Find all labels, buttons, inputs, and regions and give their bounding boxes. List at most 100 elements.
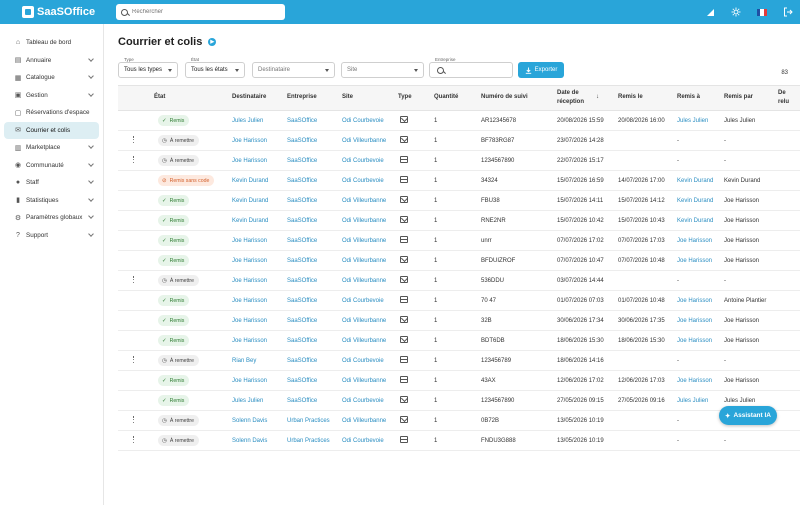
cell-destinataire[interactable]: Kevin Durand — [232, 178, 268, 184]
cell-destinataire[interactable]: Rian Bey — [232, 358, 256, 364]
recipient-filter[interactable]: Destinataire — [252, 62, 335, 78]
cell-site[interactable]: Odi Villeurbanne — [342, 198, 386, 204]
cell-remis-a[interactable]: Joe Harisson — [677, 258, 712, 264]
cell-site[interactable]: Odi Villeurbanne — [342, 238, 386, 244]
col-destinataire[interactable]: Destinataire — [232, 94, 266, 100]
cell-entreprise[interactable]: SaaSOffice — [287, 178, 317, 184]
table-row[interactable]: ✓ Remis Kevin Durand SaaSOffice Odi Villeurb… — [118, 191, 800, 211]
cell-site[interactable]: Odi Courbevoie — [342, 298, 384, 304]
cell-remis-a[interactable]: Joe Harisson — [677, 338, 712, 344]
more-menu-icon[interactable] — [132, 356, 135, 364]
cell-entreprise[interactable]: SaaSOffice — [287, 138, 317, 144]
cell-site[interactable]: Odi Villeurbanne — [342, 338, 386, 344]
cell-destinataire[interactable]: Joe Harisson — [232, 318, 267, 324]
cell-site[interactable]: Odi Villeurbanne — [342, 418, 386, 424]
search-input[interactable] — [132, 9, 272, 15]
cell-entreprise[interactable]: SaaSOffice — [287, 118, 317, 124]
table-row[interactable]: ✓ Remis Joe Harisson SaaSOffice Odi Villeurb… — [118, 331, 800, 351]
cell-entreprise[interactable]: Urban Practices — [287, 438, 330, 444]
more-menu-icon[interactable] — [132, 416, 135, 424]
more-menu-icon[interactable] — [132, 136, 135, 144]
cell-entreprise[interactable]: SaaSOffice — [287, 358, 317, 364]
cell-site[interactable]: Odi Courbevoie — [342, 358, 384, 364]
sun-icon[interactable] — [730, 6, 742, 18]
cell-site[interactable]: Odi Courbevoie — [342, 438, 384, 444]
cell-remis-a[interactable]: Kevin Durand — [677, 178, 713, 184]
table-row[interactable]: ◷ À remettre Rian Bey SaaSOffice Odi Courbev… — [118, 351, 800, 371]
cell-remis-a[interactable]: Kevin Durand — [677, 198, 713, 204]
table-row[interactable]: ◷ À remettre Joe Harisson SaaSOffice Odi Vil… — [118, 271, 800, 291]
col-type[interactable]: Type — [398, 94, 412, 100]
cell-destinataire[interactable]: Jules Julien — [232, 398, 263, 404]
cell-destinataire[interactable]: Joe Harisson — [232, 138, 267, 144]
cell-site[interactable]: Odi Courbevoie — [342, 158, 384, 164]
cell-entreprise[interactable]: SaaSOffice — [287, 218, 317, 224]
cell-site[interactable]: Odi Villeurbanne — [342, 318, 386, 324]
cell-destinataire[interactable]: Solenn Davis — [232, 438, 267, 444]
grid-icon[interactable] — [704, 6, 716, 18]
sidebar-item-5[interactable]: ✉ Courrier et colis — [4, 121, 99, 139]
cell-destinataire[interactable]: Joe Harisson — [232, 378, 267, 384]
cell-remis-a[interactable]: Joe Harisson — [677, 298, 712, 304]
site-filter[interactable]: Site — [341, 62, 424, 78]
sidebar-item-1[interactable]: ▤ Annuaire — [4, 52, 99, 70]
table-row[interactable]: ◷ À remettre Joe Harisson SaaSOffice Odi Vil… — [118, 131, 800, 151]
cell-site[interactable]: Odi Villeurbanne — [342, 218, 386, 224]
col-suivi[interactable]: Numéro de suivi — [481, 94, 528, 100]
cell-destinataire[interactable]: Jules Julien — [232, 118, 263, 124]
cell-destinataire[interactable]: Solenn Davis — [232, 418, 267, 424]
col-remis-par[interactable]: Remis par — [724, 94, 753, 100]
type-filter[interactable]: Type Tous les types — [118, 57, 178, 78]
cell-entreprise[interactable]: Urban Practices — [287, 418, 330, 424]
col-remis-le[interactable]: Remis le — [618, 94, 643, 100]
company-filter[interactable]: Entreprise — [429, 57, 513, 78]
cell-site[interactable]: Odi Villeurbanne — [342, 278, 386, 284]
table-row[interactable]: ◷ À remettre Solenn Davis Urban Practices Od… — [118, 411, 800, 431]
table-row[interactable]: ✓ Remis Joe Harisson SaaSOffice Odi Villeurb… — [118, 251, 800, 271]
cell-entreprise[interactable]: SaaSOffice — [287, 318, 317, 324]
search-box[interactable] — [116, 4, 285, 20]
cell-site[interactable]: Odi Courbevoie — [342, 398, 384, 404]
table-row[interactable]: ✓ Remis Jules Julien SaaSOffice Odi Courbevo… — [118, 111, 800, 131]
assistant-button[interactable]: ✦ Assistant IA — [719, 406, 777, 425]
col-quantite[interactable]: Quantité — [434, 94, 458, 100]
cell-remis-a[interactable]: Jules Julien — [677, 398, 708, 404]
sidebar-item-10[interactable]: ⚙ Paramètres globaux — [4, 209, 99, 227]
table-row[interactable]: ✓ Remis Joe Harisson SaaSOffice Odi Villeurb… — [118, 231, 800, 251]
col-extra[interactable]: De relu — [778, 89, 789, 107]
table-row[interactable]: ✓ Remis Kevin Durand SaaSOffice Odi Villeurb… — [118, 211, 800, 231]
cell-destinataire[interactable]: Kevin Durand — [232, 218, 268, 224]
sidebar-item-9[interactable]: ▮ Statistiques — [4, 192, 99, 210]
cell-destinataire[interactable]: Joe Harisson — [232, 298, 267, 304]
table-row[interactable]: ✓ Remis Jules Julien SaaSOffice Odi Courbevo… — [118, 391, 800, 411]
flag-fr-icon[interactable] — [756, 6, 768, 18]
table-row[interactable]: ◷ À remettre Solenn Davis Urban Practices Od… — [118, 431, 800, 451]
cell-destinataire[interactable]: Joe Harisson — [232, 338, 267, 344]
col-site[interactable]: Site — [342, 94, 353, 100]
cell-remis-a[interactable]: Jules Julien — [677, 118, 708, 124]
sidebar-item-11[interactable]: ? Support — [4, 227, 99, 245]
sort-arrow-icon[interactable]: ↓ — [596, 94, 599, 100]
cell-destinataire[interactable]: Joe Harisson — [232, 158, 267, 164]
cell-destinataire[interactable]: Kevin Durand — [232, 198, 268, 204]
col-etat[interactable]: État — [154, 94, 165, 100]
export-button[interactable]: Exporter — [518, 62, 564, 78]
cell-entreprise[interactable]: SaaSOffice — [287, 158, 317, 164]
sidebar-item-3[interactable]: ▣ Gestion — [4, 87, 99, 105]
sidebar-item-0[interactable]: ⌂ Tableau de bord — [4, 34, 99, 52]
cell-entreprise[interactable]: SaaSOffice — [287, 238, 317, 244]
table-row[interactable]: ✓ Remis Joe Harisson SaaSOffice Odi Courbevo… — [118, 291, 800, 311]
sidebar-item-6[interactable]: ▥ Marketplace — [4, 139, 99, 157]
cell-entreprise[interactable]: SaaSOffice — [287, 398, 317, 404]
cell-site[interactable]: Odi Courbevoie — [342, 178, 384, 184]
cell-site[interactable]: Odi Villeurbanne — [342, 138, 386, 144]
cell-entreprise[interactable]: SaaSOffice — [287, 278, 317, 284]
sidebar-item-7[interactable]: ◉ Communauté — [4, 157, 99, 175]
col-entreprise[interactable]: Entreprise — [287, 94, 317, 100]
table-row[interactable]: ⊘ Remis sans code Kevin Durand SaaSOffice Od… — [118, 171, 800, 191]
sidebar-item-4[interactable]: ▢ Réservations d'espace — [4, 104, 99, 122]
cell-entreprise[interactable]: SaaSOffice — [287, 258, 317, 264]
more-menu-icon[interactable] — [132, 436, 135, 444]
col-date[interactable]: Date de réception — [557, 89, 584, 107]
cell-destinataire[interactable]: Joe Harisson — [232, 258, 267, 264]
